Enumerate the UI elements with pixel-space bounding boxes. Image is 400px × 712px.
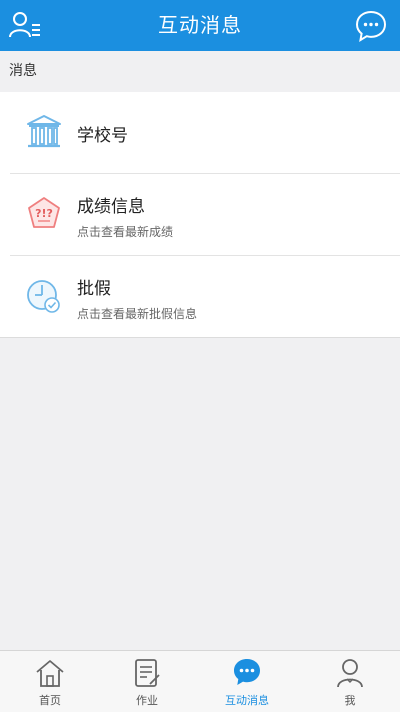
- tab-label: 作业: [136, 694, 158, 707]
- message-item-leave[interactable]: 批假 点击查看最新批假信息: [10, 256, 400, 337]
- message-item-school[interactable]: 学校号: [10, 92, 400, 174]
- school-building-icon: [27, 115, 61, 148]
- message-list: 学校号 ?!? 成绩信息 点击查看最新成绩 批假 点击查看最新批假信息: [0, 92, 400, 338]
- message-title: 批假: [77, 279, 111, 299]
- page-title: 互动消息: [158, 13, 242, 37]
- profile-icon: [337, 659, 363, 688]
- bottom-tab-bar: 首页 作业 互动消息 我: [0, 650, 400, 712]
- home-icon: [36, 660, 64, 687]
- app-header: 互动消息: [0, 0, 400, 51]
- grade-badge-icon: ?!?: [28, 197, 60, 228]
- tab-label: 我: [344, 694, 356, 707]
- svg-text:?!?: ?!?: [35, 207, 53, 220]
- chat-bubble-icon: [355, 10, 387, 42]
- chat-button[interactable]: [354, 9, 388, 43]
- tab-label: 首页: [39, 694, 61, 707]
- message-title: 学校号: [77, 126, 128, 146]
- section-label: 消息: [0, 51, 400, 92]
- tab-homework[interactable]: 作业: [97, 651, 197, 712]
- message-subtitle: 点击查看最新批假信息: [77, 307, 198, 321]
- tab-messages[interactable]: 互动消息: [197, 651, 297, 712]
- clock-check-icon: [27, 280, 60, 313]
- tab-me[interactable]: 我: [300, 651, 400, 712]
- homework-icon: [135, 659, 160, 687]
- tab-home[interactable]: 首页: [0, 651, 100, 712]
- message-item-grades[interactable]: ?!? 成绩信息 点击查看最新成绩: [10, 174, 400, 256]
- message-title: 成绩信息: [77, 197, 145, 217]
- message-icon: [234, 659, 260, 685]
- message-subtitle: 点击查看最新成绩: [77, 225, 174, 239]
- tab-label: 互动消息: [225, 694, 269, 707]
